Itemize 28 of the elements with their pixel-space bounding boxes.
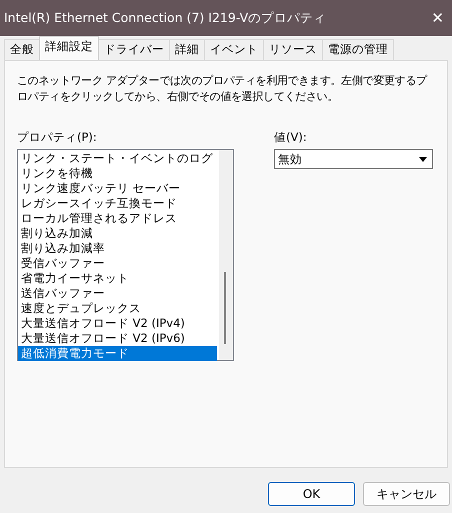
property-list[interactable]: リンク・ステート・イベントのログ リンクを待機 リンク速度バッテリ セーバー レガシースイッチ互換モード ローカル管理されるアドレス 割り込み加減 割り込み加減率 受信バッファー 省電力イーサネット 送信バッファー 速度とデュプレックス 大量送信オフロード V2 (IPv4) 大量送信オフロード V2 (IPv6) 超低消費電力モード [17,149,234,361]
tab[interactable]: 詳細設定 [39,36,99,60]
list-item[interactable]: 割り込み加減率 [18,241,217,256]
list-item[interactable]: リンクを待機 [18,166,217,181]
scrollbar-thumb[interactable] [224,272,226,344]
list-item[interactable]: リンク・ステート・イベントのログ [18,151,217,166]
dropdown-arrow-icon[interactable] [417,156,429,162]
list-item[interactable]: 超低消費電力モード [18,346,217,361]
property-label: プロパティ(P): [17,130,98,145]
list-item[interactable]: リンク速度バッテリ セーバー [18,181,217,196]
value-dropdown[interactable]: 無効 [274,149,433,169]
list-item[interactable]: 省電力イーサネット [18,271,217,286]
list-item[interactable]: 大量送信オフロード V2 (IPv4) [18,316,217,331]
description-text: このネットワーク アダプターでは次のプロパティを利用できます。左側で変更するプロパティをクリックしてから、右側でその値を選択してください。 [17,73,428,105]
tab[interactable]: 電源の管理 [322,39,394,60]
list-item[interactable]: 受信バッファー [18,256,217,271]
list-item[interactable]: ローカル管理されるアドレス [18,211,217,226]
close-button[interactable]: ✕ [431,9,444,27]
list-item[interactable]: 大量送信オフロード V2 (IPv6) [18,331,217,346]
list-item[interactable]: 送信バッファー [18,286,217,301]
value-label: 値(V): [274,130,308,145]
cancel-button[interactable]: キャンセル [363,482,450,506]
window-title: Intel(R) Ethernet Connection (7) I219-Vのプロパティ [4,10,326,26]
tab[interactable]: 全般 [4,39,40,60]
ok-button[interactable]: OK [268,482,355,506]
list-item[interactable]: 速度とデュプレックス [18,301,217,316]
list-item[interactable]: レガシースイッチ互換モード [18,196,217,211]
list-item[interactable]: 割り込み加減 [18,226,217,241]
